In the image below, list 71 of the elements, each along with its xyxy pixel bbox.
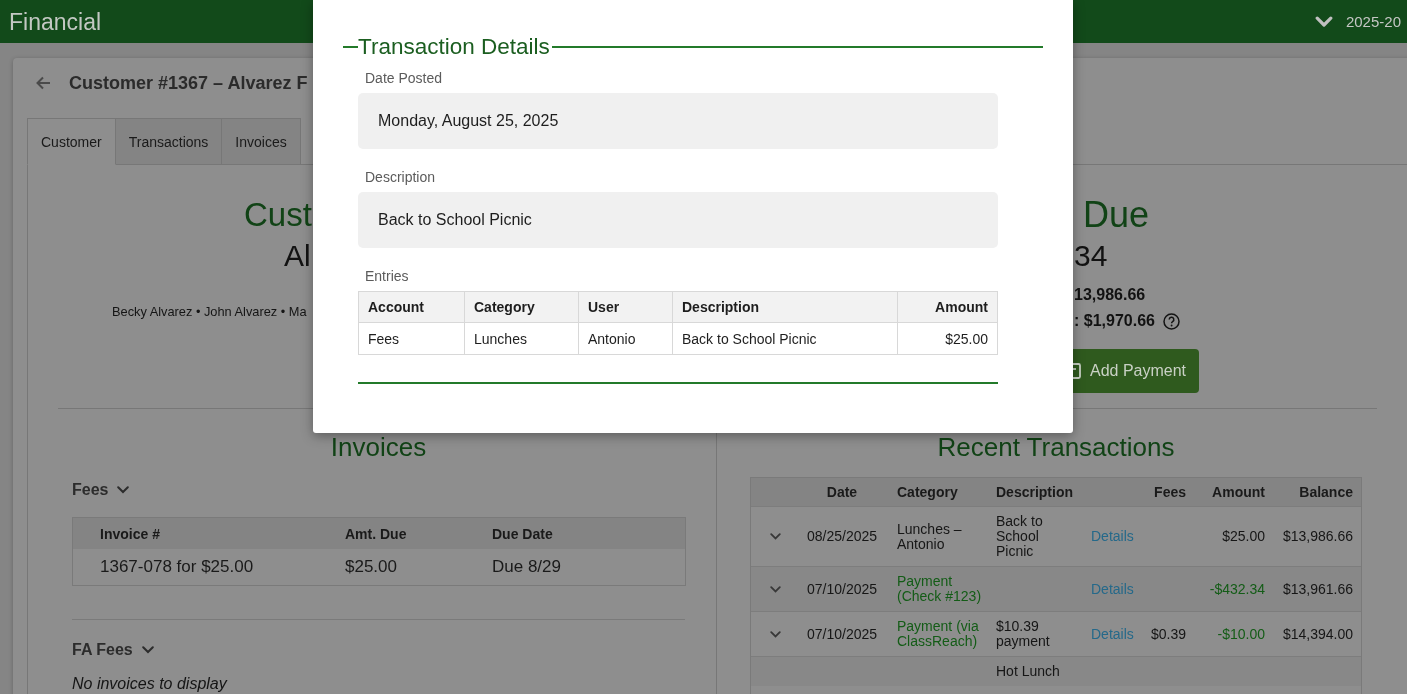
app-title: Financial (9, 7, 102, 36)
table-cell: Back to School Picnic (673, 323, 898, 354)
table-cell-text: $25.00 (344, 557, 398, 577)
read-only-field: Monday, August 25, 2025 (358, 93, 998, 149)
column-header: Invoice # (99, 525, 161, 542)
amount-due: 34 (1074, 239, 1108, 273)
dialog-title: Transaction Details (358, 34, 550, 60)
column-header: Description (673, 292, 898, 322)
table-cell-text: Due 8/29 (491, 557, 562, 577)
balance-line: : $1,970.66 (1074, 311, 1155, 331)
column-header: Description (995, 484, 1074, 500)
customer-name: Al (284, 239, 311, 273)
chevron-down-icon (1314, 15, 1333, 28)
column-header: Date (825, 484, 859, 500)
field-label: Description (364, 169, 437, 186)
read-only-field: Back to School Picnic (358, 192, 998, 248)
column-header: Fees (1153, 484, 1187, 500)
help-icon[interactable] (1162, 312, 1180, 330)
group-toggle[interactable]: Fees (72, 480, 130, 500)
empty-message: No invoices to display (72, 675, 229, 693)
chevron-down-icon (141, 646, 154, 654)
table-cell-text: Hot Lunch (995, 664, 1061, 679)
table-cell-text: $14,394.00 (1281, 626, 1354, 642)
section-heading: Invoices (329, 434, 428, 460)
column-header: Account (359, 292, 465, 322)
section-heading: Cust (244, 195, 312, 235)
column-header: Amount (934, 298, 989, 317)
field-label: Entries (364, 268, 410, 285)
table-cell-text: $13,986.66 (1281, 529, 1354, 544)
table-cell-text: Lunches – Antonio (896, 521, 963, 552)
page-title: Customer #1367 – Alvarez F (69, 71, 308, 94)
column-header: Due Date (491, 525, 554, 542)
table-cell-text: Back to School Picnic (995, 514, 1044, 559)
tab[interactable]: Customer (27, 118, 116, 165)
field-label: Date Posted (364, 70, 444, 87)
column-header: User (579, 292, 673, 322)
tab[interactable]: Invoices (222, 118, 301, 165)
arrow-left-icon (35, 74, 51, 91)
chevron-down-icon[interactable] (769, 585, 781, 593)
table-cell-text: $25.00 (1221, 529, 1266, 544)
table-cell: Lunches (465, 323, 579, 354)
table-cell-text: $25.00 (944, 329, 989, 349)
chevron-down-icon[interactable] (769, 533, 781, 540)
chevron-down-icon (117, 486, 130, 494)
tab[interactable]: Transactions (115, 118, 223, 165)
chevron-down-icon[interactable] (769, 630, 781, 638)
table-cell-text: $10.39 payment (995, 619, 1051, 649)
column-header: Balance (1298, 484, 1354, 500)
table-cell: Fees (359, 323, 465, 354)
column-header: Category (896, 484, 959, 500)
section-heading: Due (1083, 195, 1150, 235)
table-cell-text: 08/25/2025 (805, 529, 879, 544)
column-header: Category (465, 292, 579, 322)
table-cell-text: -$10.00 (1216, 626, 1266, 642)
table-cell-text: -$432.34 (1208, 581, 1266, 597)
column-header: Amount (1211, 484, 1266, 500)
year-selector[interactable]: 2025-20 (1314, 12, 1401, 31)
table-cell-text: 07/10/2025 (805, 626, 879, 642)
table-cell-text: $0.39 (1149, 626, 1187, 642)
column-header: Amt. Due (344, 525, 408, 542)
table-cell: Antonio (579, 323, 673, 354)
table-cell-text: Payment (Check #123) (896, 574, 983, 604)
group-toggle[interactable]: FA Fees (72, 640, 154, 660)
table-cell-text: 1367-078 for $25.00 (99, 557, 255, 577)
table-cell-text: 07/10/2025 (805, 581, 879, 597)
table-cell-text: $13,961.66 (1281, 581, 1354, 597)
member-names: Becky Alvarez • John Alvarez • Ma (112, 304, 307, 320)
balance-line: 13,986.66 (1074, 285, 1146, 305)
section-heading: Recent Transactions (936, 434, 1176, 460)
table-cell-text: Payment (via ClassReach) (896, 619, 980, 649)
back-button[interactable] (35, 74, 51, 91)
